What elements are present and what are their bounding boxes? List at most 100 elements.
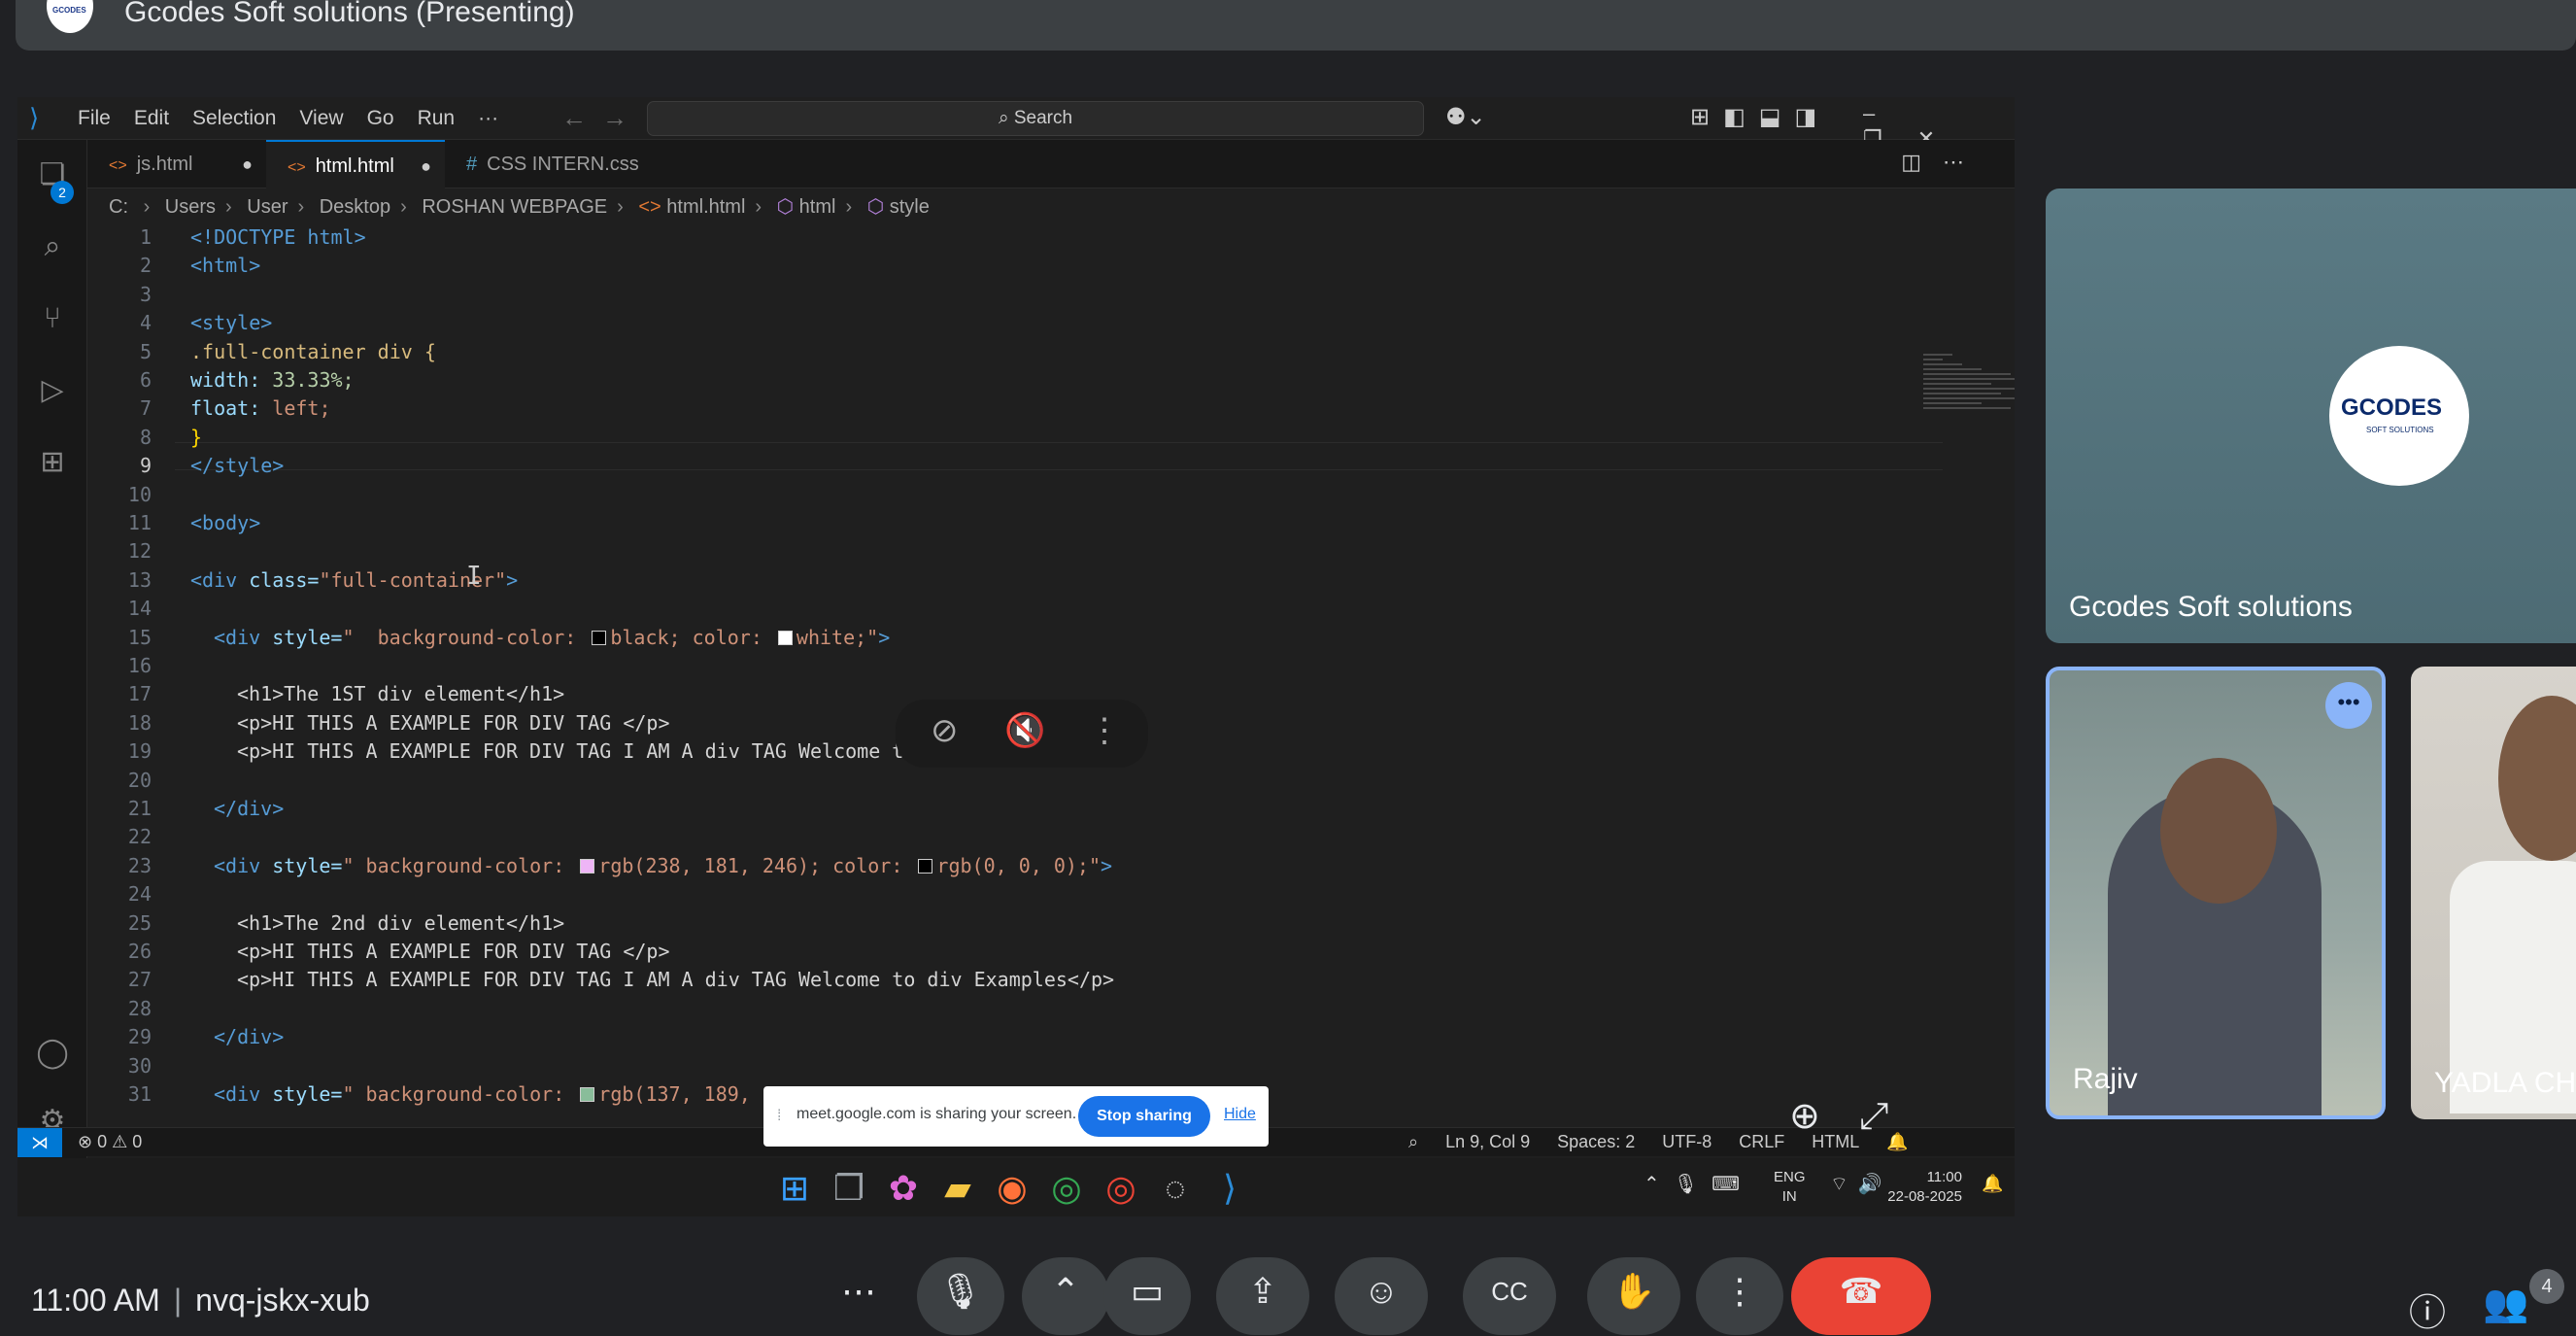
code-attr: style=	[272, 1082, 343, 1106]
microphone-button[interactable]: 🎙	[917, 1257, 1004, 1335]
end-call-button[interactable]: ☎	[1791, 1257, 1931, 1335]
breadcrumb-item[interactable]: ROSHAN WEBPAGE	[422, 196, 607, 218]
code-tag: <div	[190, 567, 238, 592]
app-icon[interactable]: ◌	[1158, 1168, 1193, 1209]
menu-file[interactable]: File	[78, 107, 111, 130]
toggle-panel-icon[interactable]: ⬓	[1759, 104, 1795, 130]
copilot-icon[interactable]: ⚉⌄	[1445, 103, 1486, 131]
color-swatch-black[interactable]	[592, 630, 607, 645]
more-options-button[interactable]: ⋮	[1696, 1257, 1783, 1335]
code-line: 16	[87, 652, 1836, 680]
zoom-in-icon[interactable]: ⊕	[1789, 1096, 1859, 1137]
language-indicator[interactable]: ENG IN	[1774, 1168, 1806, 1207]
element-icon: ⬡	[776, 196, 795, 218]
menu-view[interactable]: View	[299, 107, 343, 130]
command-search[interactable]: ⌕ Search	[647, 101, 1424, 136]
raise-hand-button[interactable]: ✋	[1587, 1257, 1680, 1335]
stop-sharing-button[interactable]: Stop sharing	[1078, 1096, 1210, 1137]
breadcrumb-item[interactable]: C:	[109, 196, 128, 218]
cursor-position[interactable]: Ln 9, Col 9	[1445, 1132, 1530, 1152]
notification-bell-icon[interactable]: 🔔	[1982, 1174, 2003, 1194]
code-editor[interactable]: 1 <!DOCTYPE html> 2 <html> 3 4 <style> 5 .fu…	[87, 223, 2015, 1129]
minimize-icon[interactable]: –	[1863, 101, 1910, 125]
tile-more-options-icon[interactable]: •••	[2325, 682, 2372, 729]
menu-edit[interactable]: Edit	[134, 107, 169, 130]
emoji-button[interactable]: ☺	[1335, 1257, 1428, 1335]
color-swatch-white[interactable]	[777, 630, 793, 645]
remote-icon[interactable]: ⋊	[17, 1128, 62, 1157]
forward-arrow-icon[interactable]: →	[602, 103, 643, 132]
more-actions-icon[interactable]: ⋯	[1943, 150, 1985, 174]
indentation[interactable]: Spaces: 2	[1557, 1132, 1635, 1152]
taskbar-clock[interactable]: 11:00 22-08-2025	[1884, 1168, 1962, 1207]
minimap[interactable]	[1923, 354, 2015, 470]
keyboard-icon[interactable]: ⌨	[1712, 1174, 1753, 1195]
breadcrumb-item[interactable]: html.html	[666, 196, 745, 218]
breadcrumb-item[interactable]: User	[247, 196, 288, 218]
color-swatch-pink[interactable]	[580, 858, 595, 874]
color-swatch-teal[interactable]	[580, 1087, 595, 1102]
zoom-icon[interactable]: ⌕	[1408, 1132, 1418, 1152]
tray-status[interactable]: ⌔🔊	[1830, 1172, 1892, 1196]
video-options-chevron[interactable]: ⌃	[1022, 1257, 1109, 1335]
back-arrow-icon[interactable]: ←	[561, 103, 602, 132]
vscode-taskbar-icon[interactable]: ⟩	[1212, 1168, 1247, 1209]
search-icon[interactable]: ⌕	[35, 229, 70, 264]
extensions-icon[interactable]: ⊞	[35, 445, 70, 480]
meeting-info-icon[interactable]: ⓘ	[2409, 1283, 2446, 1336]
more-audio-icon[interactable]: ⋯	[837, 1257, 880, 1335]
participant-tile-rajiv[interactable]: ••• Rajiv	[2046, 667, 2386, 1119]
encoding[interactable]: UTF-8	[1662, 1132, 1712, 1152]
hide-link[interactable]: Hide	[1224, 1106, 1256, 1123]
drag-handle-icon[interactable]: ⁞	[777, 1108, 781, 1125]
start-icon[interactable]: ⊞	[777, 1168, 812, 1209]
chrome-profile-icon[interactable]: ◎	[1103, 1168, 1138, 1209]
code-line: 3	[87, 281, 1836, 309]
camera-button[interactable]: ▭	[1103, 1257, 1191, 1335]
color-swatch-black[interactable]	[918, 858, 933, 874]
toggle-sidebar-icon[interactable]: ◧	[1723, 104, 1759, 130]
menu-run[interactable]: Run	[418, 107, 456, 130]
tab-js-html[interactable]: <> js.html ●	[87, 140, 266, 188]
present-button[interactable]: ⇪	[1216, 1257, 1309, 1335]
breadcrumb-item[interactable]: html	[799, 196, 836, 218]
customize-layout-icon[interactable]: ⊞	[1690, 104, 1723, 130]
toggle-secondary-sidebar-icon[interactable]: ◨	[1794, 104, 1830, 130]
menu-selection[interactable]: Selection	[192, 107, 276, 130]
line-ending[interactable]: CRLF	[1739, 1132, 1784, 1152]
line-number: 26	[127, 940, 152, 963]
task-view-icon[interactable]: ❐	[831, 1168, 866, 1209]
unpin-icon[interactable]: ⊘	[931, 711, 959, 750]
menu-more[interactable]: ···	[478, 107, 498, 130]
account-icon[interactable]: ◯	[35, 1036, 70, 1071]
microphone-icon[interactable]: 🎙	[1674, 1174, 1712, 1195]
source-control-icon[interactable]: ⑂	[35, 301, 70, 336]
tab-css-intern[interactable]: # CSS INTERN.css	[445, 140, 639, 188]
more-options-icon[interactable]: ⋮	[1088, 711, 1121, 750]
firefox-icon[interactable]: ◉	[995, 1168, 1030, 1209]
breadcrumb-item[interactable]: style	[890, 196, 930, 218]
people-icon[interactable]: 👥	[2483, 1283, 2528, 1325]
chrome-icon[interactable]: ◎	[1049, 1168, 1084, 1209]
participant-tile-presenter[interactable]: GCODES SOFT SOLUTIONS Gcodes Soft solutio…	[2046, 188, 2576, 643]
line-number: 13	[127, 567, 152, 592]
file-explorer-icon[interactable]: ▰	[940, 1168, 975, 1209]
breadcrumb-item[interactable]: Users	[165, 196, 216, 218]
run-debug-icon[interactable]: ▷	[35, 373, 70, 408]
captions-button[interactable]: CC	[1463, 1257, 1556, 1335]
meeting-code: nvq-jskx-xub	[195, 1283, 370, 1318]
code-string: " background-color:	[342, 625, 589, 649]
breadcrumb-item[interactable]: Desktop	[320, 196, 390, 218]
code-tag: >	[1100, 853, 1113, 877]
copilot-icon[interactable]: ✿	[886, 1168, 921, 1209]
fullscreen-icon[interactable]: ⤢	[1859, 1096, 1927, 1137]
code-line: 24	[87, 880, 1836, 908]
mute-icon[interactable]: 🔇	[1004, 711, 1045, 750]
tab-html-html[interactable]: <> html.html ●	[266, 140, 445, 188]
problems-indicator[interactable]: ⊗ 0 ⚠ 0	[78, 1132, 142, 1152]
participant-tile-yadla[interactable]: YADLA CH	[2411, 667, 2576, 1119]
menu-go[interactable]: Go	[367, 107, 394, 130]
show-hidden-icon[interactable]: ⌃	[1644, 1174, 1674, 1195]
split-editor-icon[interactable]: ◫	[1901, 150, 1943, 174]
code-string: rgb(238, 181, 246); color:	[598, 853, 915, 877]
